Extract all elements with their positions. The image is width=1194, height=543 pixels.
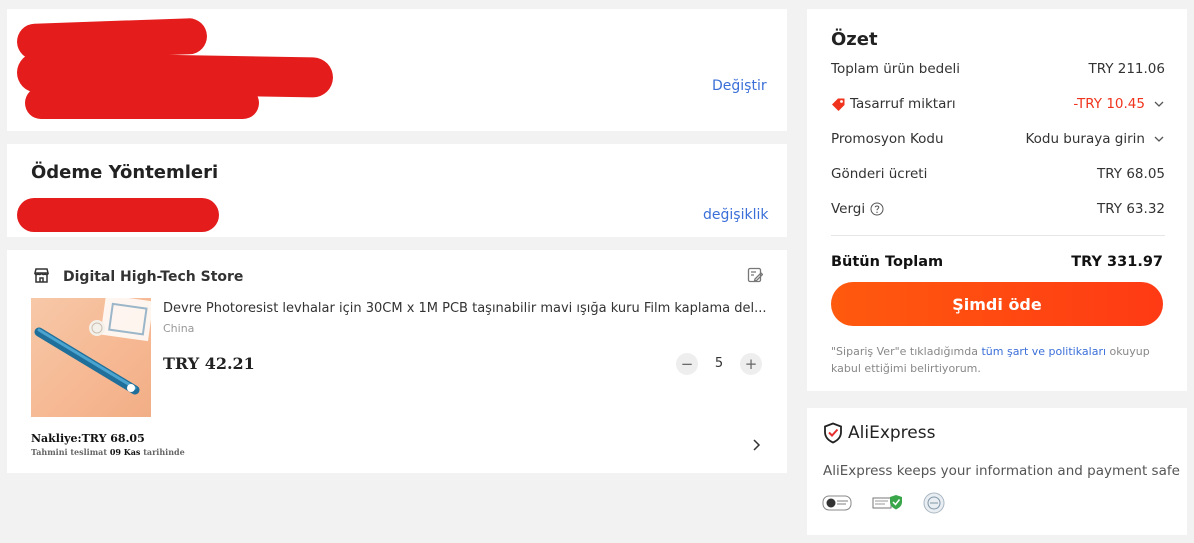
shield-check-icon	[824, 422, 842, 444]
payment-methods-card: Ödeme Yöntemleri değişiklik	[7, 144, 787, 237]
summary-row-promo[interactable]: Promosyon Kodu Kodu buraya girin	[831, 131, 1165, 151]
grand-total-label: Bütün Toplam	[831, 254, 944, 270]
edit-note-icon[interactable]	[747, 267, 764, 287]
shipping-fee-label: Gönderi ücreti	[831, 166, 928, 182]
summary-row-shipping: Gönderi ücreti TRY 68.05	[831, 166, 1165, 186]
product-origin: China	[163, 322, 195, 335]
order-summary-card: Özet Toplam ürün bedeli TRY 211.06 Tasar…	[807, 9, 1187, 391]
aliexpress-logo: AliExpress	[823, 422, 935, 444]
subtotal-value: TRY 211.06	[1088, 61, 1165, 77]
coupon-tag-icon	[832, 98, 845, 111]
savings-value: -TRY 10.45	[1073, 96, 1145, 112]
tax-label: Vergi	[831, 201, 866, 217]
delivery-estimate: Tahmini teslimat 09 Kas tarihinde	[31, 447, 185, 457]
payment-methods-title: Ödeme Yöntemleri	[31, 162, 219, 183]
change-payment-link[interactable]: değişiklik	[703, 207, 768, 223]
ssl-badge-icon	[822, 495, 852, 511]
shipping-fee-value: TRY 68.05	[1097, 166, 1165, 182]
product-price: TRY 42.21	[163, 354, 255, 373]
promo-code-input[interactable]: Kodu buraya girin	[1025, 131, 1145, 147]
store-order-card: Digital High-Tech Store Devre Photoresis…	[7, 250, 787, 473]
redacted-address-line-3	[25, 87, 259, 119]
store-name[interactable]: Digital High-Tech Store	[63, 269, 243, 285]
promo-label: Promosyon Kodu	[831, 131, 944, 147]
summary-title: Özet	[831, 29, 878, 50]
security-message: AliExpress keeps your information and pa…	[823, 463, 1180, 479]
quantity-value: 5	[714, 356, 724, 371]
shipping-address-card: Değiştir	[7, 9, 787, 131]
summary-divider	[831, 235, 1165, 236]
store-icon	[33, 267, 50, 288]
terms-notice: "Sipariş Ver"e tıkladığımda tüm şart ve …	[831, 345, 1150, 375]
change-address-link[interactable]: Değiştir	[712, 78, 767, 94]
verified-security-badge-icon	[872, 495, 902, 510]
pci-badge-icon	[923, 492, 945, 514]
subtotal-label: Toplam ürün bedeli	[831, 61, 961, 77]
product-image[interactable]	[31, 298, 151, 417]
help-question-icon[interactable]	[870, 202, 884, 216]
summary-row-savings[interactable]: Tasarruf miktarı -TRY 10.45	[831, 96, 1165, 116]
redacted-payment-method	[17, 198, 219, 232]
summary-row-tax: Vergi TRY 63.32	[831, 201, 1165, 221]
summary-row-subtotal: Toplam ürün bedeli TRY 211.06	[831, 61, 1165, 81]
product-title[interactable]: Devre Photoresist levhalar için 30CM x 1…	[163, 301, 767, 316]
aliexpress-brand: AliExpress	[848, 423, 936, 443]
chevron-down-icon[interactable]	[1153, 98, 1165, 110]
pay-now-button[interactable]: Şimdi öde	[831, 282, 1163, 326]
quantity-decrease-button[interactable]: −	[676, 353, 698, 375]
savings-label: Tasarruf miktarı	[850, 96, 956, 112]
chevron-down-icon[interactable]	[1153, 133, 1165, 145]
tax-value: TRY 63.32	[1097, 201, 1165, 217]
shipping-cost: Nakliye:TRY 68.05	[31, 432, 145, 445]
terms-link[interactable]: tüm şart ve politikaları	[981, 345, 1106, 358]
grand-total-value: TRY 331.97	[1071, 254, 1163, 270]
chevron-right-icon[interactable]	[751, 437, 761, 456]
grand-total-row: Bütün Toplam TRY 331.97	[831, 254, 1163, 270]
security-trust-card: AliExpress AliExpress keeps your informa…	[807, 408, 1187, 535]
quantity-increase-button[interactable]: +	[740, 353, 762, 375]
